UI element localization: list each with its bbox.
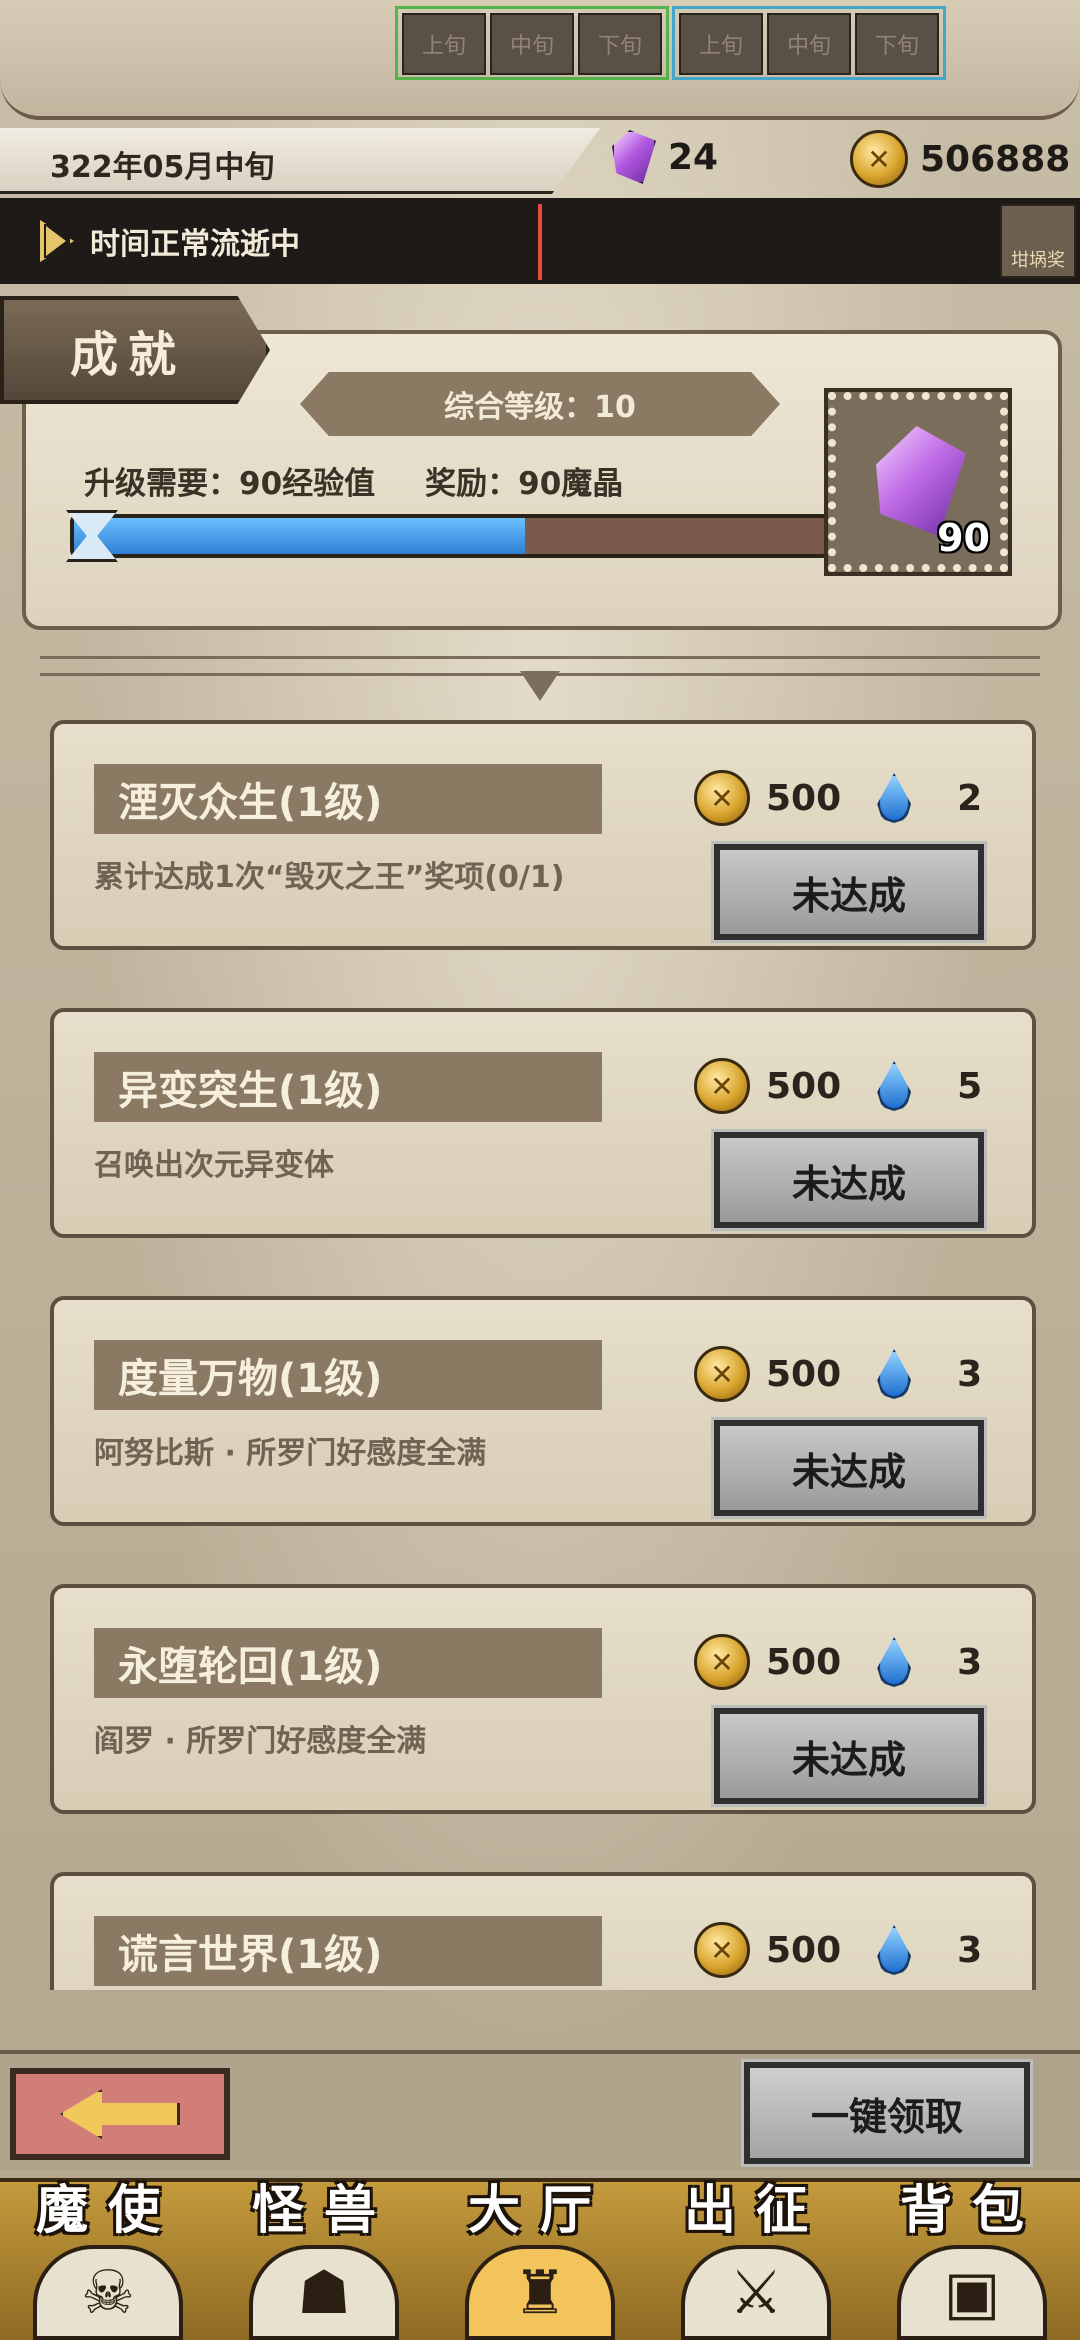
date-banner: 322年05月中旬	[0, 128, 600, 194]
achievement-desc: 阎罗 · 所罗门好感度全满	[94, 1724, 427, 1759]
crystal-count: 24	[668, 136, 719, 178]
crystal-counter[interactable]: 24	[612, 130, 718, 184]
achievement-rewards: 500 3	[694, 1346, 982, 1402]
achievement-card: 湮灭众生(1级) 累计达成1次“毁灭之王”奖项(0/1) 500 2 未达成	[50, 720, 1036, 950]
next-month-slots: 上旬 中旬 下旬	[672, 6, 946, 80]
coin-counter[interactable]: 506888	[850, 130, 1070, 188]
drop-reward: 3	[957, 1353, 983, 1395]
coin-icon	[694, 1058, 750, 1114]
nav-item-monster[interactable]: 怪兽 ☗	[216, 2181, 432, 2340]
coin-reward: 500	[766, 777, 842, 819]
water-drop-icon	[877, 1349, 912, 1399]
water-drop-icon	[877, 773, 912, 823]
slot-mid: 中旬	[767, 13, 851, 75]
achievement-card: 谎言世界(1级) 500 3	[50, 1872, 1036, 1990]
achievement-title: 异变突生(1级)	[94, 1052, 602, 1122]
achievement-rewards: 500 5	[694, 1058, 982, 1114]
upgrade-requirement: 升级需要：90经验值	[84, 466, 376, 502]
achievement-card: 度量万物(1级) 阿努比斯 · 所罗门好感度全满 500 3 未达成	[50, 1296, 1036, 1526]
time-status-text: 时间正常流逝中	[90, 227, 300, 262]
coin-count: 506888	[920, 138, 1071, 180]
achievement-list[interactable]: 湮灭众生(1级) 累计达成1次“毁灭之王”奖项(0/1) 500 2 未达成 异…	[30, 700, 1050, 1990]
claim-status-button[interactable]: 未达成	[711, 841, 987, 943]
xp-progress-bar	[70, 514, 830, 558]
achievement-card: 永堕轮回(1级) 阎罗 · 所罗门好感度全满 500 3 未达成	[50, 1584, 1036, 1814]
achievement-tab: 成就	[0, 296, 270, 404]
achievement-desc: 召唤出次元异变体	[94, 1148, 334, 1183]
level-info: 升级需要：90经验值 奖励：90魔晶	[84, 458, 623, 503]
water-drop-icon	[877, 1925, 912, 1975]
nav-label: 魔使	[35, 2181, 180, 2241]
water-drop-icon	[877, 1637, 912, 1687]
nav-item-expedition[interactable]: 出征 ⚔	[648, 2181, 864, 2340]
coin-icon	[694, 1634, 750, 1690]
achievement-rewards: 500 2	[694, 770, 982, 826]
drop-reward: 3	[957, 1929, 983, 1971]
slot-early: 上旬	[679, 13, 763, 75]
achievement-title: 湮灭众生(1级)	[94, 764, 602, 834]
tab-title: 成就	[70, 327, 187, 383]
drop-reward: 5	[957, 1065, 983, 1107]
slot-mid: 中旬	[490, 13, 574, 75]
current-month-slots: 上旬 中旬 下旬	[395, 6, 669, 80]
coin-reward: 500	[766, 1353, 842, 1395]
achievement-desc: 累计达成1次“毁灭之王”奖项(0/1)	[94, 860, 565, 895]
nav-label: 怪兽	[251, 2181, 396, 2241]
hall-icon: ♜	[465, 2245, 615, 2340]
coin-reward: 500	[766, 1929, 842, 1971]
skull-icon: ☠	[33, 2245, 183, 2340]
coin-icon	[694, 1346, 750, 1402]
play-icon[interactable]	[40, 220, 74, 262]
slot-early: 上旬	[402, 13, 486, 75]
claim-status-button[interactable]: 未达成	[711, 1705, 987, 1807]
coin-reward: 500	[766, 1065, 842, 1107]
achievement-card: 异变突生(1级) 召唤出次元异变体 500 5 未达成	[50, 1008, 1036, 1238]
expedition-icon: ⚔	[681, 2245, 831, 2340]
time-marker	[538, 204, 542, 280]
claim-status-button[interactable]: 未达成	[711, 1417, 987, 1519]
slot-late: 下旬	[855, 13, 939, 75]
claim-all-button[interactable]: 一键领取	[741, 2059, 1033, 2167]
nav-label: 大厅	[467, 2181, 612, 2241]
backpack-icon: ▣	[897, 2245, 1047, 2340]
coin-icon	[850, 130, 908, 188]
drop-reward: 2	[957, 777, 983, 819]
reward-quantity: 90	[937, 516, 990, 560]
achievement-title: 度量万物(1级)	[94, 1340, 602, 1410]
cauldron-reward-label: 坩埚奖	[1011, 250, 1065, 271]
drop-reward: 3	[957, 1641, 983, 1683]
water-drop-icon	[877, 1061, 912, 1111]
coin-reward: 500	[766, 1641, 842, 1683]
nav-item-backpack[interactable]: 背包 ▣	[864, 2181, 1080, 2340]
coin-icon	[694, 1922, 750, 1978]
achievement-desc: 阿努比斯 · 所罗门好感度全满	[94, 1436, 487, 1471]
overall-level: 综合等级：10	[444, 390, 636, 425]
achievement-rewards: 500 3	[694, 1922, 982, 1978]
achievement-rewards: 500 3	[694, 1634, 982, 1690]
achievement-title: 永堕轮回(1级)	[94, 1628, 602, 1698]
coin-icon	[694, 770, 750, 826]
monster-icon: ☗	[249, 2245, 399, 2340]
level-reward-stamp[interactable]: 90	[824, 388, 1012, 576]
section-divider	[40, 656, 1040, 676]
game-date: 322年05月中旬	[50, 150, 275, 185]
time-status[interactable]: 时间正常流逝中	[0, 198, 420, 284]
level-ribbon: 综合等级：10	[300, 372, 780, 436]
xp-progress-fill	[74, 518, 526, 554]
upgrade-reward: 奖励：90魔晶	[425, 466, 624, 502]
crystal-icon	[612, 130, 656, 184]
nav-label: 背包	[899, 2181, 1044, 2241]
back-button[interactable]	[10, 2068, 230, 2160]
nav-item-envoy[interactable]: 魔使 ☠	[0, 2181, 216, 2340]
slot-late: 下旬	[578, 13, 662, 75]
cauldron-reward-button[interactable]: 坩埚奖	[1000, 204, 1076, 278]
back-arrow-icon	[60, 2089, 180, 2139]
nav-label: 出征	[683, 2181, 828, 2241]
claim-status-button[interactable]: 未达成	[711, 1129, 987, 1231]
nav-item-hall[interactable]: 大厅 ♜	[432, 2181, 648, 2340]
bottom-nav: 魔使 ☠ 怪兽 ☗ 大厅 ♜ 出征 ⚔ 背包 ▣	[0, 2178, 1080, 2340]
achievement-title: 谎言世界(1级)	[94, 1916, 602, 1986]
